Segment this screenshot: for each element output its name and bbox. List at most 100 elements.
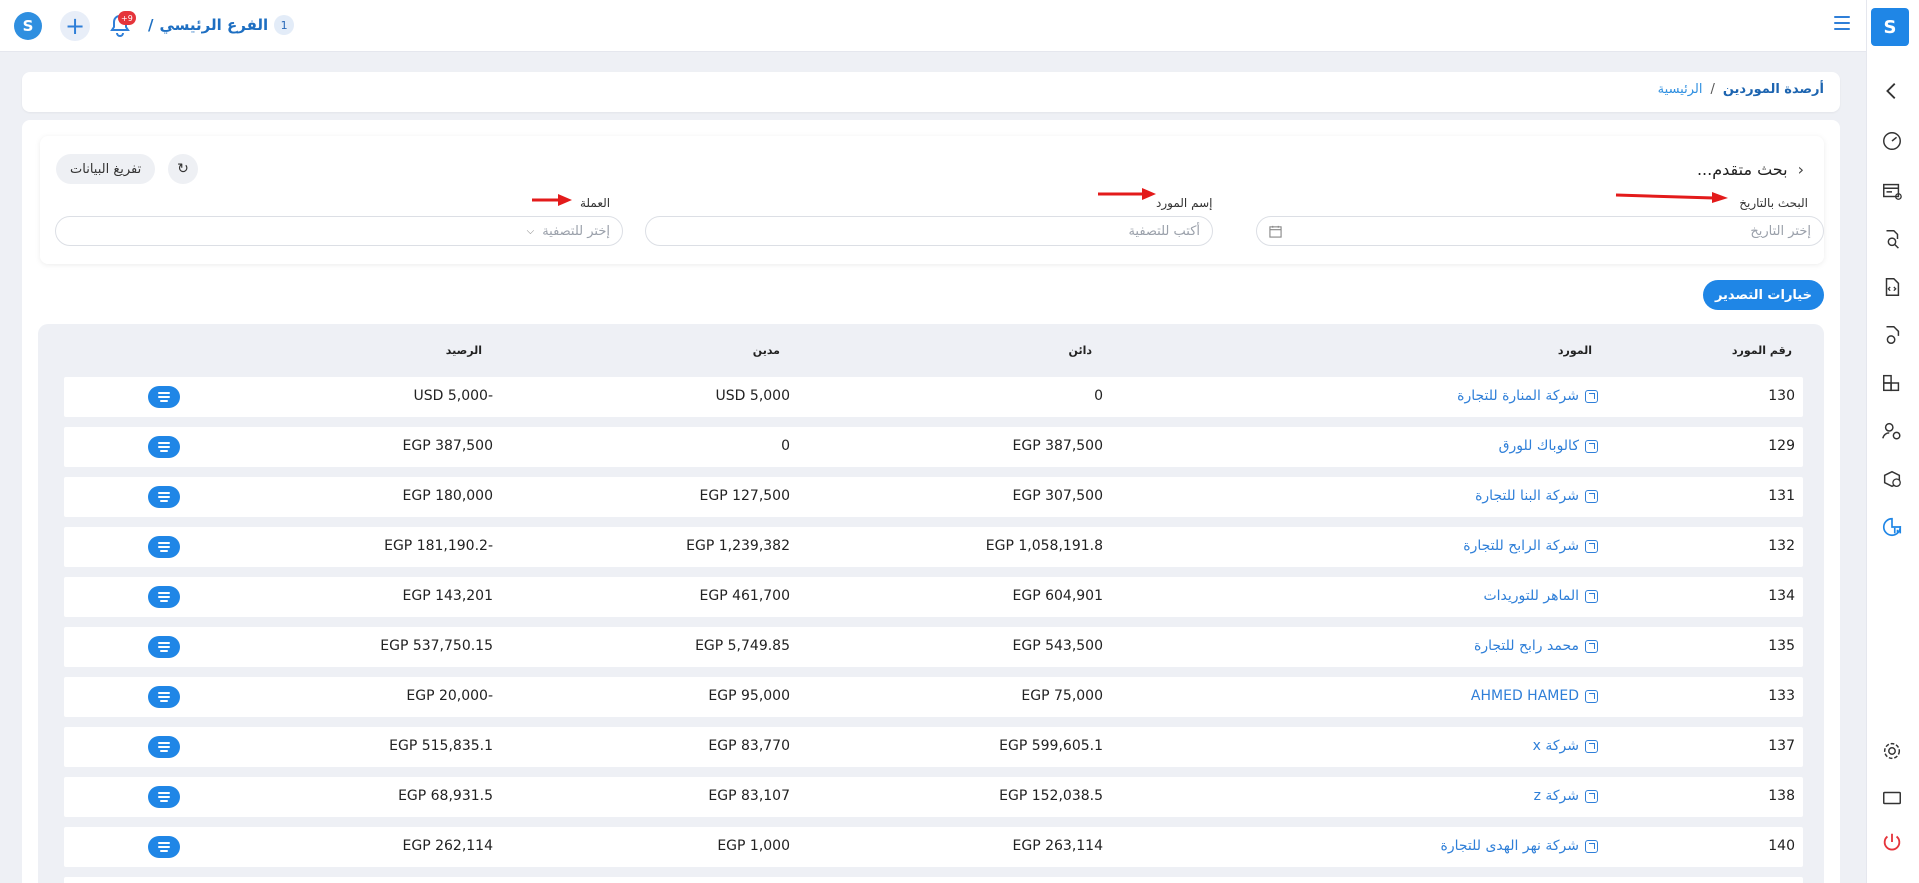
supplier-number: 130	[1768, 388, 1795, 404]
supplier-number: 137	[1768, 738, 1795, 754]
credit-value: EGP 1,058,191.8	[985, 538, 1103, 554]
balance-value: EGP 537,750.15	[380, 638, 493, 654]
sidebar-logo-icon[interactable]: S	[1871, 8, 1909, 46]
column-header-supplier: المورد	[1557, 344, 1592, 357]
details-menu-icon[interactable]	[148, 436, 180, 458]
supplier-link[interactable]: شركة المنارة للتجارة	[1457, 388, 1598, 404]
table-row: 135 محمد رابح للتجارة EGP 543,500 EGP 5,…	[64, 627, 1803, 667]
supplier-link[interactable]: شركة نهر الهدى للتجارة	[1441, 838, 1598, 854]
supplier-number: 133	[1768, 688, 1795, 704]
settings-gear-icon[interactable]	[1879, 738, 1905, 764]
advanced-search-title: بحث متقدم...	[1696, 160, 1788, 179]
power-icon[interactable]	[1879, 829, 1905, 855]
speedometer-icon[interactable]	[1879, 128, 1905, 154]
external-link-icon	[1585, 439, 1598, 453]
supplier-link[interactable]: AHMED HAMED	[1471, 688, 1598, 704]
date-filter-input[interactable]: إختر التاريخ	[1256, 216, 1824, 246]
branch-number: 1	[274, 15, 295, 35]
credit-value: 0	[1094, 388, 1103, 404]
external-link-icon	[1585, 689, 1598, 703]
supplier-link[interactable]: محمد رابح للتجارة	[1474, 638, 1598, 654]
branch-selector[interactable]: 1 الفرع الرئيسي /	[148, 14, 295, 36]
supplier-number: 129	[1768, 438, 1795, 454]
details-menu-icon[interactable]	[148, 536, 180, 558]
chevron-down-icon: ⌵	[526, 225, 535, 237]
supplier-filter-input[interactable]: أكتب للتصفية	[645, 216, 1213, 246]
table-row: 131 شركة البنا للتجارة EGP 307,500 EGP 1…	[64, 477, 1803, 517]
credit-value: EGP 387,500	[1012, 438, 1103, 454]
details-menu-icon[interactable]	[148, 836, 180, 858]
currency-filter-select[interactable]: إختر للتصفية ⌵	[55, 216, 623, 246]
file-settings-icon[interactable]	[1879, 322, 1905, 348]
debit-value: EGP 461,700	[699, 588, 790, 604]
details-menu-icon[interactable]	[148, 786, 180, 808]
supplier-number: 132	[1768, 538, 1795, 554]
external-link-icon	[1585, 639, 1598, 653]
supplier-link[interactable]: الماهر للتوريدات	[1483, 588, 1598, 604]
balance-value: EGP 143,201	[402, 588, 493, 604]
details-menu-icon[interactable]	[148, 686, 180, 708]
balance-value: EGP 20,000-	[406, 688, 493, 704]
external-link-icon	[1585, 539, 1598, 553]
balance-value: USD 5,000-	[413, 388, 494, 404]
breadcrumb-current: أرصدة الموردين	[1722, 82, 1824, 97]
date-filter-label: البحث بالتاريخ	[1739, 196, 1808, 210]
branch-name: الفرع الرئيسي	[159, 16, 269, 34]
monitor-icon[interactable]	[1879, 785, 1905, 811]
table-row: 140 شركة نهر الهدى للتجارة EGP 263,114 E…	[64, 827, 1803, 867]
column-header-credit: دائن	[1068, 344, 1092, 357]
details-menu-icon[interactable]	[148, 486, 180, 508]
credit-value: EGP 75,000	[1021, 688, 1103, 704]
advanced-search-panel: ‹ بحث متقدم... تفريغ البيانات ↻ البحث با…	[40, 136, 1824, 264]
search-document-icon[interactable]	[1879, 226, 1905, 252]
users-settings-icon[interactable]	[1879, 418, 1905, 444]
supplier-link[interactable]: شركة z	[1534, 788, 1598, 804]
chevron-left-icon[interactable]	[1879, 78, 1905, 104]
refresh-icon[interactable]: ↻	[168, 154, 198, 184]
app-logo-icon[interactable]: S	[14, 12, 42, 40]
details-menu-icon[interactable]	[148, 736, 180, 758]
clear-data-button[interactable]: تفريغ البيانات	[56, 154, 156, 184]
supplier-link[interactable]: شركة x	[1533, 738, 1598, 754]
debit-value: USD 5,000	[715, 388, 790, 404]
supplier-number: 140	[1768, 838, 1795, 854]
right-sidebar: S	[1866, 0, 1919, 883]
supplier-link[interactable]: كالوباك للورق	[1499, 438, 1598, 454]
chevron-right-icon: ‹	[1797, 160, 1804, 179]
table-row: 132 شركة الرابح للتجارة EGP 1,058,191.8 …	[64, 527, 1803, 567]
debit-value: 0	[781, 438, 790, 454]
breadcrumb: الرئيسية / أرصدة الموردين	[1658, 82, 1824, 97]
branch-separator: /	[148, 16, 154, 34]
details-menu-icon[interactable]	[148, 586, 180, 608]
details-menu-icon[interactable]	[148, 386, 180, 408]
supplier-placeholder: أكتب للتصفية	[1128, 223, 1200, 239]
table-row: 134 الماهر للتوريدات EGP 604,901 EGP 461…	[64, 577, 1803, 617]
supplier-number: 135	[1768, 638, 1795, 654]
balance-value: EGP 181,190.2-	[384, 538, 493, 554]
box-dollar-icon[interactable]	[1879, 466, 1905, 492]
supplier-link[interactable]: شركة الرابح للتجارة	[1463, 538, 1598, 554]
supplier-number: 138	[1768, 788, 1795, 804]
details-menu-icon[interactable]	[148, 636, 180, 658]
debit-value: EGP 83,770	[708, 738, 790, 754]
menu-icon[interactable]	[1834, 16, 1850, 30]
external-link-icon	[1585, 589, 1598, 603]
supplier-link[interactable]: شركة البنا للتجارة	[1475, 488, 1598, 504]
cash-register-icon[interactable]	[1879, 178, 1905, 204]
breadcrumb-card: الرئيسية / أرصدة الموردين	[22, 72, 1840, 112]
top-bar: S + +9 1 الفرع الرئيسي /	[0, 0, 1866, 52]
column-header-number: رقم المورد	[1731, 344, 1792, 357]
credit-value: EGP 263,114	[1012, 838, 1103, 854]
debit-value: EGP 1,000	[717, 838, 790, 854]
breadcrumb-home[interactable]: الرئيسية	[1658, 82, 1703, 97]
code-file-icon[interactable]	[1879, 274, 1905, 300]
advanced-search-toggle[interactable]: ‹ بحث متقدم...	[1697, 160, 1804, 179]
reports-chart-icon[interactable]	[1879, 514, 1905, 540]
boxes-icon[interactable]	[1879, 370, 1905, 396]
add-icon[interactable]: +	[60, 11, 90, 41]
export-options-button[interactable]: خيارات التصدير	[1702, 280, 1824, 310]
external-link-icon	[1585, 739, 1598, 753]
debit-value: EGP 5,749.85	[695, 638, 790, 654]
debit-value: EGP 83,107	[708, 788, 790, 804]
balance-value: EGP 387,500	[402, 438, 493, 454]
